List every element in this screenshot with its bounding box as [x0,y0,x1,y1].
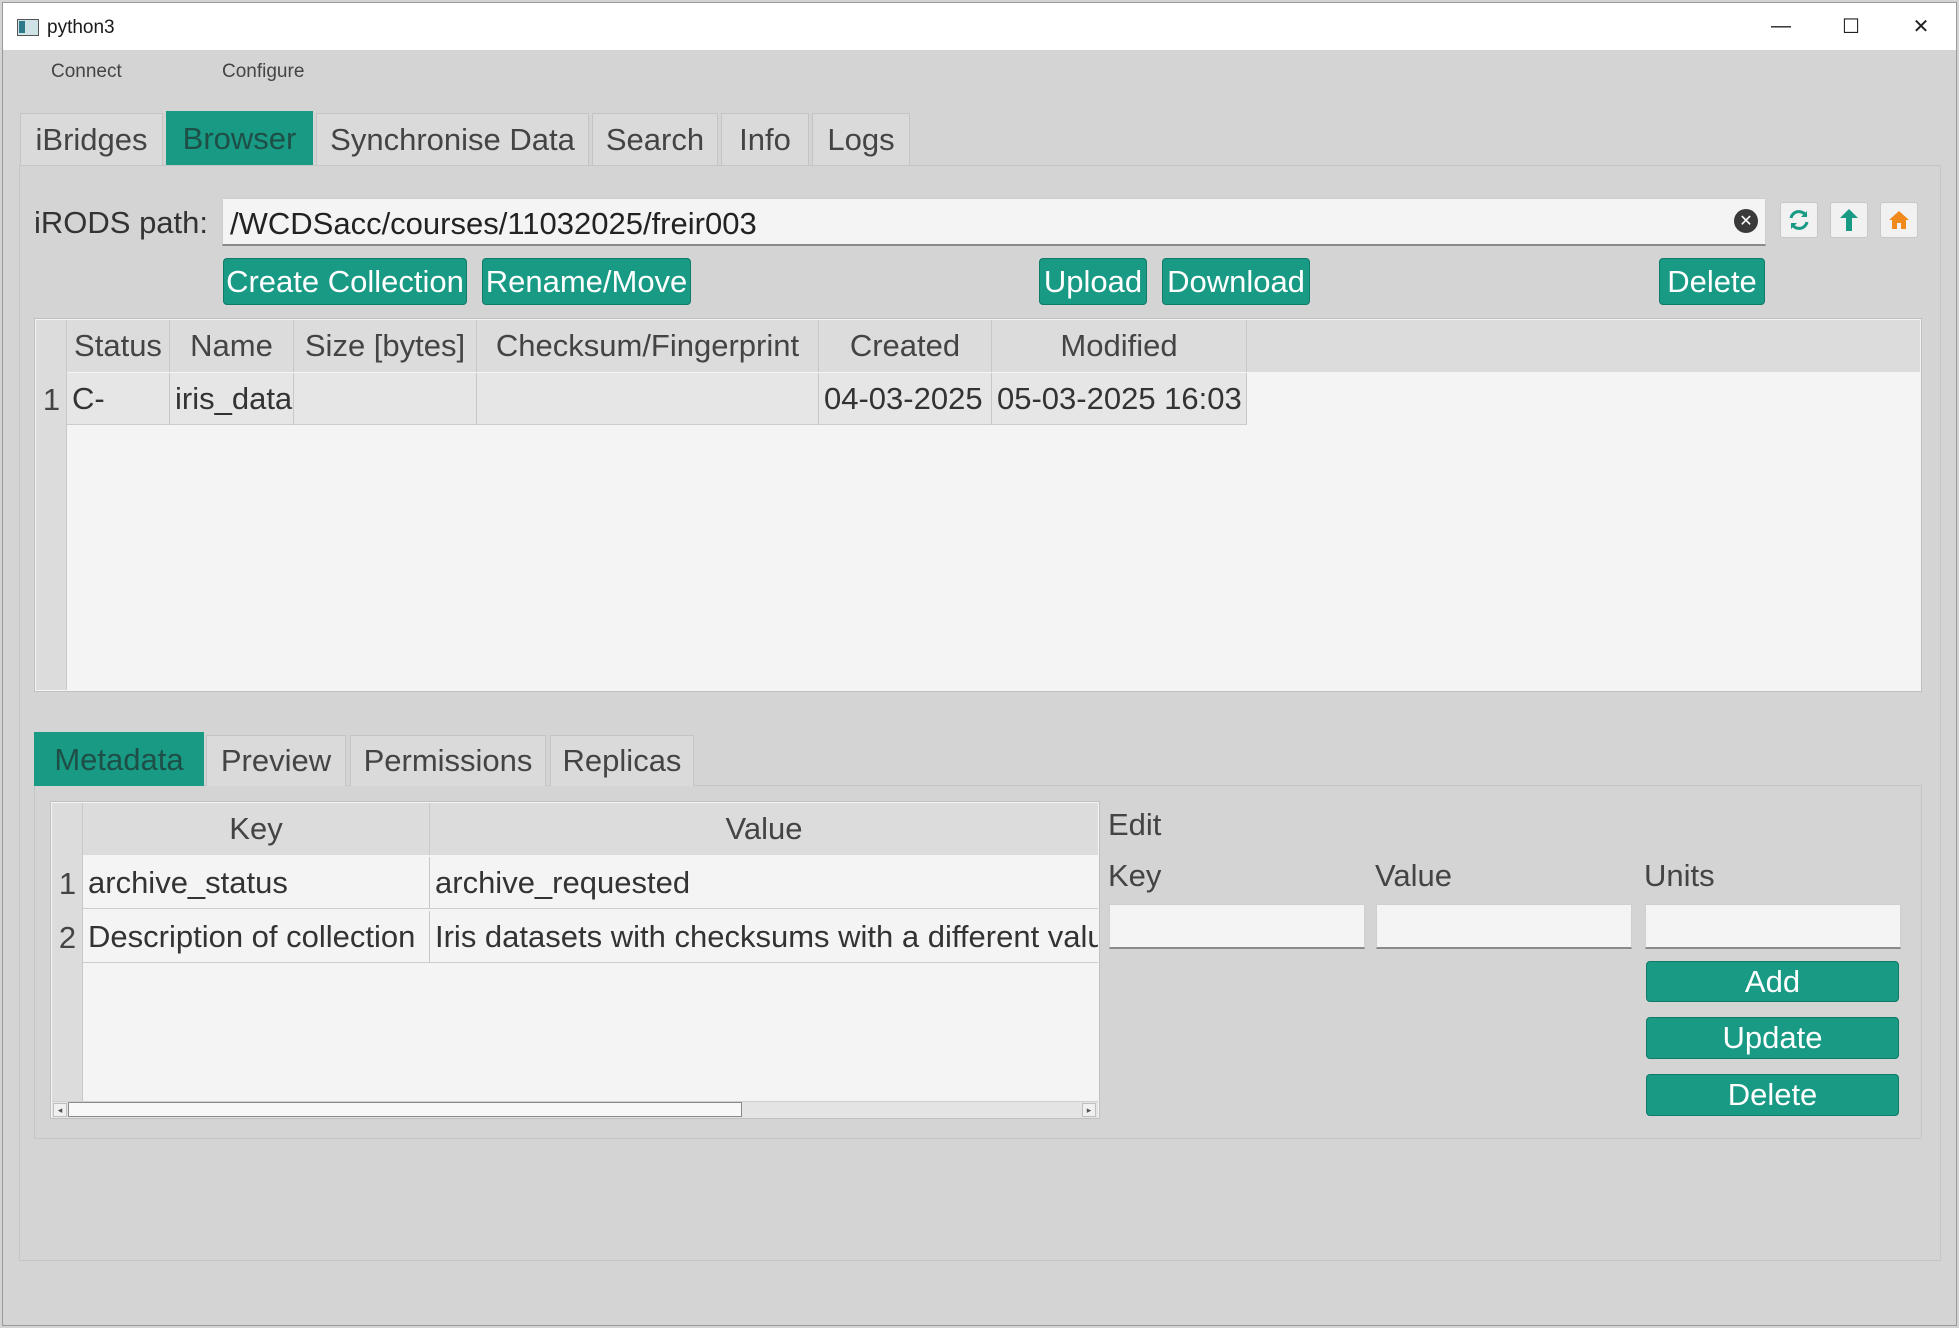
edit-units-label: Units [1644,858,1715,893]
close-button[interactable]: ✕ [1886,3,1956,50]
edit-value-label: Value [1375,858,1452,893]
scroll-left-arrow[interactable]: ◂ [53,1103,67,1117]
column-header-value[interactable]: Value [430,803,1098,855]
tab-synchronise-data[interactable]: Synchronise Data [316,113,589,165]
cell-created[interactable]: 04-03-2025 [819,373,992,425]
delete-button[interactable]: Delete [1659,258,1765,305]
column-header-modified[interactable]: Modified [992,320,1247,372]
tab-replicas[interactable]: Replicas [550,735,694,786]
add-metadata-button[interactable]: Add [1646,961,1899,1002]
metadata-cell-value[interactable]: archive_requested [430,857,1098,909]
minimize-button[interactable]: — [1746,3,1816,50]
tab-ibridges[interactable]: iBridges [20,113,163,165]
edit-units-input[interactable] [1645,904,1901,949]
column-header-created[interactable]: Created [819,320,992,372]
tab-browser[interactable]: Browser [166,111,313,165]
parent-folder-button[interactable] [1830,202,1868,238]
metadata-cell-value[interactable]: Iris datasets with checksums with a diff… [430,911,1098,963]
irods-path-label: iRODS path: [34,205,209,240]
metadata-cell-key[interactable]: Description of collection [83,911,430,963]
upload-button[interactable]: Upload [1039,258,1147,305]
update-metadata-button[interactable]: Update [1646,1017,1899,1059]
row-number: 1 [42,382,61,417]
edit-value-input[interactable] [1376,904,1632,949]
tab-metadata[interactable]: Metadata [34,732,204,786]
cell-checksum[interactable] [477,373,819,425]
tab-search[interactable]: Search [592,113,718,165]
cell-modified[interactable]: 05-03-2025 16:03 [992,373,1247,425]
delete-metadata-button[interactable]: Delete [1646,1074,1899,1116]
column-header-key[interactable]: Key [83,803,430,855]
app-icon [17,19,39,36]
edit-key-label: Key [1108,858,1162,893]
menu-configure[interactable]: Configure [222,61,304,83]
tab-logs[interactable]: Logs [812,113,910,165]
column-header-name[interactable]: Name [170,320,294,372]
edit-title: Edit [1108,807,1162,842]
edit-key-input[interactable] [1109,904,1365,949]
download-button[interactable]: Download [1162,258,1310,305]
refresh-icon [1789,210,1809,230]
metadata-row-number: 2 [58,920,77,955]
refresh-button[interactable] [1780,202,1818,238]
cell-name[interactable]: iris_data [170,373,294,425]
column-header-status[interactable]: Status [67,320,170,372]
maximize-button[interactable]: ☐ [1816,3,1886,50]
cell-size[interactable] [294,373,477,425]
home-button[interactable] [1880,202,1918,238]
scrollbar-thumb[interactable] [68,1102,742,1117]
tab-info[interactable]: Info [721,113,809,165]
menu-connect[interactable]: Connect [51,61,122,83]
create-collection-button[interactable]: Create Collection [223,258,467,305]
metadata-row-number: 1 [58,866,77,901]
irods-path-input[interactable]: /WCDSacc/courses/11032025/freir003 [222,198,1766,246]
cell-status[interactable]: C- [67,373,170,425]
clear-icon[interactable]: ✕ [1734,209,1758,233]
scroll-right-arrow[interactable]: ▸ [1082,1103,1096,1117]
row-header [36,320,67,690]
home-icon [1889,211,1909,229]
window-title: python3 [47,17,115,38]
title-bar: python3 [3,3,1956,50]
column-header-checksum[interactable]: Checksum/Fingerprint [477,320,819,372]
tab-preview[interactable]: Preview [206,735,346,786]
metadata-cell-key[interactable]: archive_status [83,857,430,909]
parent-folder-icon [1840,209,1858,231]
column-header-size[interactable]: Size [bytes] [294,320,477,372]
tab-permissions[interactable]: Permissions [350,735,546,786]
rename-move-button[interactable]: Rename/Move [482,258,691,305]
